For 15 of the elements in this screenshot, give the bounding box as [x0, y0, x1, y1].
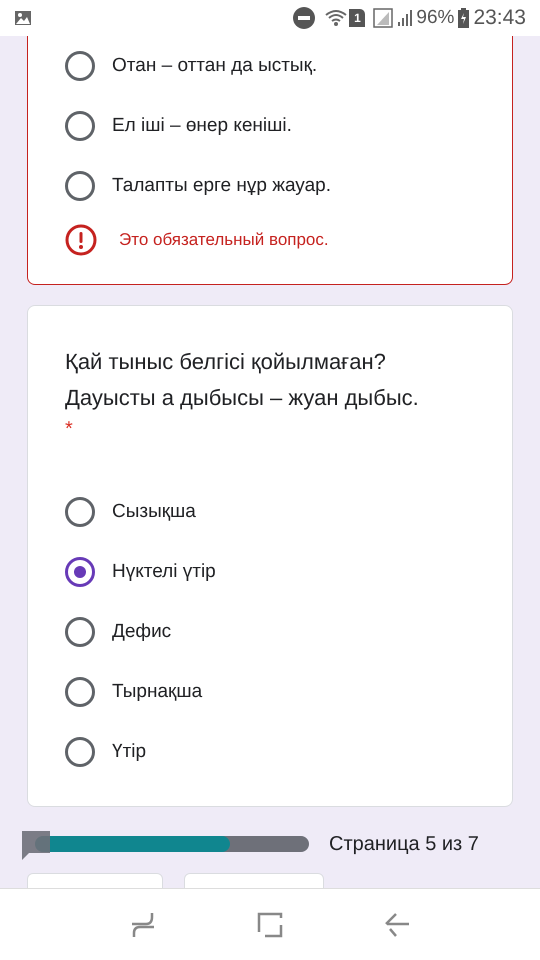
- sim-card-icon: 1: [349, 9, 366, 27]
- option-label: Нүктелі үтір: [112, 560, 216, 584]
- error-message: Это обязательный вопрос.: [119, 229, 329, 252]
- option-label: Ел іші – өнер кеніші.: [112, 114, 292, 138]
- option-label: Тырнақша: [112, 680, 202, 704]
- required-asterisk: *: [65, 417, 74, 442]
- option-label: Отан – оттан да ыстық.: [112, 54, 318, 78]
- battery-percentage: 96%: [416, 6, 454, 30]
- option-label: Дефис: [112, 620, 172, 644]
- option-label: Сызықша: [112, 500, 196, 524]
- question-title: Қай тыныс белгісі қойылмаған? Дауысты а дыбысы – жуан дыбыс.: [65, 348, 420, 412]
- option-label: Талапты ерге нұр жауар.: [112, 174, 331, 198]
- option-label: Үтір: [112, 740, 146, 764]
- clock-time: 23:43: [473, 5, 526, 32]
- page-indicator: Страница 5 из 7: [329, 832, 479, 857]
